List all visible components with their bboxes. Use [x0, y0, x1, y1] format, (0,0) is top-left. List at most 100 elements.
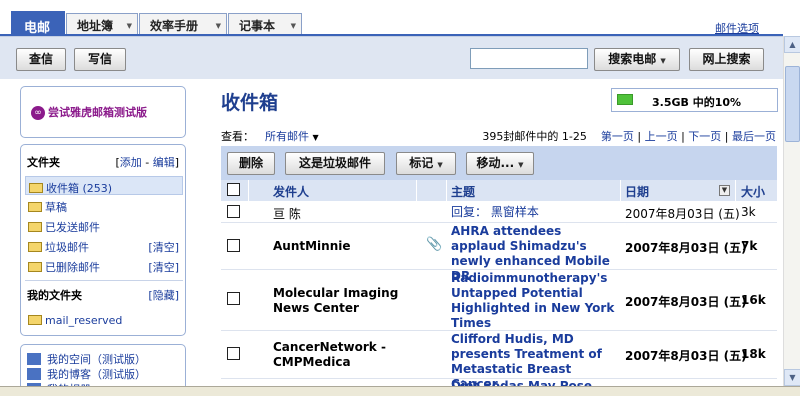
- row-checkbox[interactable]: [227, 205, 240, 221]
- my-blog-label: 我的博客（测试版）: [47, 368, 146, 381]
- sidebar-item-label: 垃圾邮件: [45, 241, 89, 254]
- my-blog-link[interactable]: 我的博客（测试版）: [27, 366, 146, 382]
- table-header: 发件人 主题 日期 ▼ 大小: [221, 180, 777, 201]
- row-checkbox[interactable]: [227, 239, 240, 255]
- row-checkbox[interactable]: [227, 347, 240, 363]
- column-from[interactable]: 发件人: [273, 183, 309, 200]
- view-select[interactable]: 所有邮件: [265, 130, 309, 143]
- sidebar-item-label: 已删除邮件: [45, 261, 100, 274]
- tab-notepad[interactable]: 记事本 ▼: [228, 13, 302, 35]
- trial-box: ∞ 尝试雅虎邮箱测试版: [20, 86, 186, 138]
- sidebar-item-sent[interactable]: 已发送邮件: [25, 216, 183, 235]
- mark-label: 标记: [409, 156, 434, 170]
- scroll-up-icon[interactable]: ▲: [784, 36, 800, 53]
- tab-mail[interactable]: 电邮: [11, 11, 65, 36]
- page-title: 收件箱: [221, 92, 279, 114]
- chevron-down-icon[interactable]: ▼: [437, 161, 442, 169]
- select-all-checkbox[interactable]: [227, 183, 240, 199]
- tab-address-book-label: 地址簿: [77, 19, 114, 33]
- column-size[interactable]: 大小: [741, 183, 765, 200]
- quota-bar: [617, 94, 633, 105]
- spam-button[interactable]: 这是垃圾邮件: [285, 152, 385, 175]
- vertical-scrollbar[interactable]: ▲ ▼: [783, 36, 800, 386]
- sidebar-item-label: 草稿: [45, 201, 67, 214]
- prev-page-link[interactable]: 上一页: [645, 130, 678, 143]
- row-size: 3k: [741, 205, 756, 219]
- chevron-down-icon[interactable]: ▼: [660, 57, 665, 65]
- row-subject[interactable]: Radioimmunotherapy's Untapped Potential …: [451, 271, 616, 331]
- chevron-down-icon[interactable]: ▼: [291, 22, 296, 30]
- tab-planner[interactable]: 效率手册 ▼: [139, 13, 227, 35]
- row-date: 2007年8月03日 (五): [625, 349, 747, 363]
- compose-button[interactable]: 写信: [74, 48, 126, 71]
- empty-spam-link[interactable]: [清空]: [148, 239, 179, 255]
- web-search-button[interactable]: 网上搜索: [689, 48, 764, 71]
- row-size: 18k: [741, 347, 766, 361]
- row-from: AuntMinnie: [273, 239, 351, 253]
- first-page-link[interactable]: 第一页: [601, 130, 634, 143]
- sidebar: ∞ 尝试雅虎邮箱测试版 文件夹 [添加 - 编辑] 收件箱 (253) 草稿 已发…: [20, 86, 186, 396]
- view-value: 所有邮件: [265, 130, 309, 143]
- sidebar-item-label: mail_reserved: [45, 314, 123, 327]
- view-filter: 查看： 所有邮件 ▼: [221, 128, 319, 144]
- add-folder-link[interactable]: 添加: [120, 156, 142, 169]
- table-row[interactable]: 亘 陈 回复： 黑窗样本 2007年8月03日 (五) 3k: [221, 201, 777, 223]
- pager: 395封邮件中的 1-25 第一页 | 上一页 | 下一页 | 最后一页: [482, 130, 776, 143]
- scroll-down-icon[interactable]: ▼: [784, 369, 800, 386]
- trial-link[interactable]: 尝试雅虎邮箱测试版: [48, 106, 147, 119]
- sidebar-item-trash[interactable]: 已删除邮件 [清空]: [25, 256, 183, 275]
- divider: [620, 180, 621, 201]
- hide-my-folders-link[interactable]: [隐藏]: [148, 287, 179, 303]
- check-mail-button[interactable]: 查信: [16, 48, 66, 71]
- row-checkbox[interactable]: [227, 292, 240, 308]
- tab-address-book[interactable]: 地址簿 ▼: [66, 13, 138, 35]
- yahoo-swirl-icon: ∞: [31, 105, 45, 120]
- sent-folder-icon: [28, 222, 42, 232]
- mark-button[interactable]: 标记 ▼: [396, 152, 456, 175]
- row-from: 亘 陈: [273, 207, 301, 221]
- scrollbar-thumb[interactable]: [785, 66, 800, 142]
- last-page-link[interactable]: 最后一页: [732, 130, 776, 143]
- column-subject[interactable]: 主题: [451, 183, 475, 200]
- next-page-link[interactable]: 下一页: [688, 130, 721, 143]
- folders-actions: [添加 - 编辑]: [115, 156, 179, 169]
- divider: [25, 280, 183, 281]
- my-folders-title: 我的文件夹: [27, 289, 82, 302]
- delete-button[interactable]: 删除: [227, 152, 275, 175]
- row-size: 7k: [741, 239, 758, 253]
- move-label: 移动...: [476, 156, 515, 170]
- pager-summary: 395封邮件中的 1-25: [482, 130, 587, 143]
- empty-trash-link[interactable]: [清空]: [148, 259, 179, 275]
- search-mail-button[interactable]: 搜索电邮 ▼: [594, 48, 680, 71]
- sidebar-item-mail-reserved[interactable]: mail_reserved: [25, 311, 183, 330]
- folders-title: 文件夹: [27, 156, 60, 169]
- my-space-label: 我的空间（测试版）: [47, 353, 146, 366]
- row-size: 16k: [741, 293, 766, 307]
- table-row[interactable]: CancerNetwork - CMPMedica Clifford Hudis…: [221, 331, 777, 391]
- divider: [446, 180, 447, 201]
- move-button[interactable]: 移动... ▼: [466, 152, 534, 175]
- edit-folders-link[interactable]: 编辑: [153, 156, 175, 169]
- table-row[interactable]: Molecular Imaging News Center Radioimmun…: [221, 270, 777, 331]
- quota-text: 3.5GB 中的10%: [652, 96, 742, 109]
- chevron-down-icon[interactable]: ▼: [127, 22, 132, 30]
- my-space-link[interactable]: 我的空间（测试版）: [27, 351, 146, 367]
- toolbar: 查信 写信 搜索电邮 ▼ 网上搜索: [0, 36, 783, 79]
- search-input[interactable]: [470, 48, 588, 69]
- divider: [735, 180, 736, 201]
- row-subject[interactable]: 回复： 黑窗样本: [451, 205, 616, 220]
- chevron-down-icon[interactable]: ▼: [313, 133, 319, 142]
- sort-icon[interactable]: ▼: [719, 185, 730, 196]
- sidebar-item-drafts[interactable]: 草稿: [25, 196, 183, 215]
- table-row[interactable]: AuntMinnie 📎 AHRA attendees applaud Shim…: [221, 223, 777, 283]
- view-label: 查看：: [221, 130, 254, 143]
- search-mail-label: 搜索电邮: [608, 52, 657, 66]
- sidebar-item-label: 收件箱 (253): [46, 182, 113, 195]
- sidebar-item-inbox[interactable]: 收件箱 (253): [25, 176, 183, 195]
- tab-bar: 电邮 地址簿 ▼ 效率手册 ▼ 记事本 ▼ 邮件选项: [0, 0, 783, 36]
- draft-folder-icon: [28, 202, 42, 212]
- chevron-down-icon[interactable]: ▼: [518, 161, 523, 169]
- sidebar-item-spam[interactable]: 垃圾邮件 [清空]: [25, 236, 183, 255]
- chevron-down-icon[interactable]: ▼: [216, 22, 221, 30]
- column-date[interactable]: 日期: [625, 183, 649, 200]
